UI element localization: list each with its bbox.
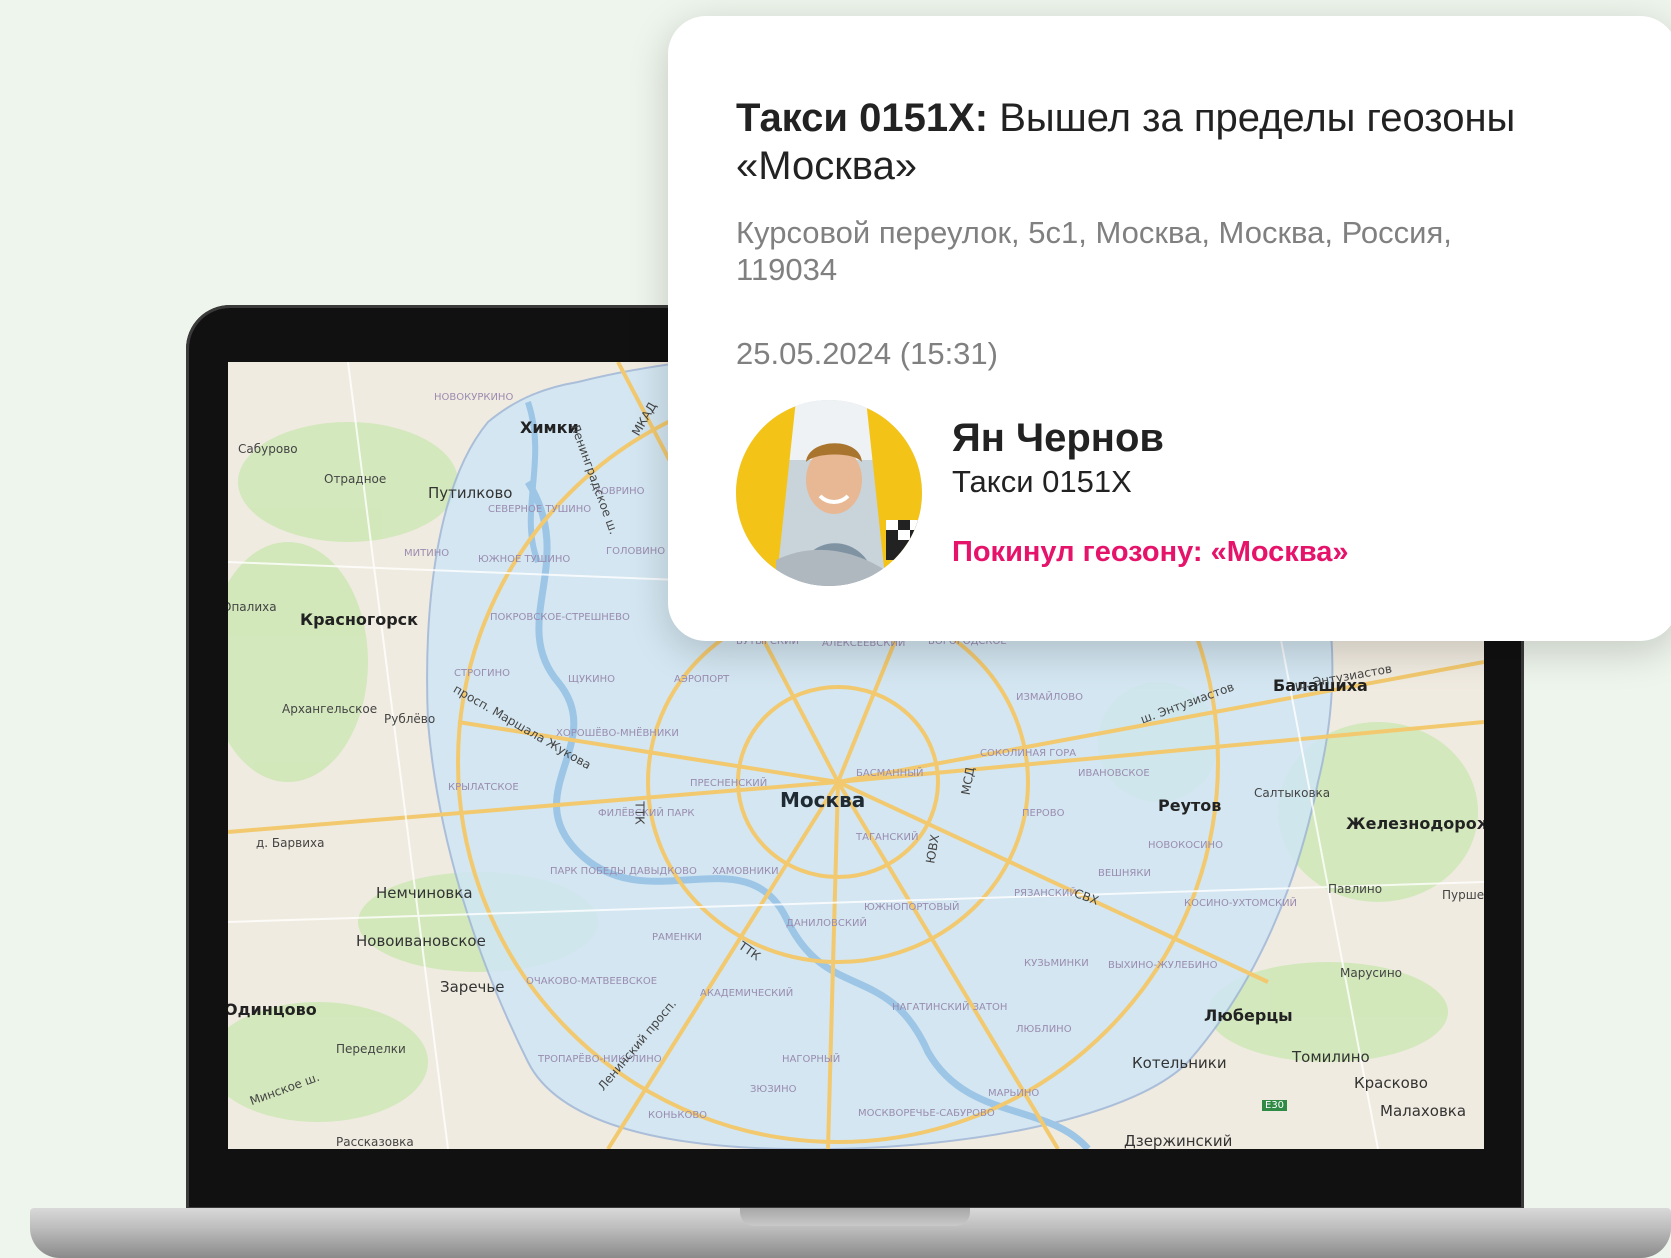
map-district-label: Кузьминки [1024, 958, 1089, 969]
map-label-arkhangelskoe: Архангельское [282, 702, 378, 716]
map-label-marusino: Марусино [1340, 966, 1403, 980]
map-district-label: Соколиная Гора [980, 748, 1077, 759]
geofence-event: Покинул геозону: «Москва» [952, 536, 1349, 568]
map-district-label: Измайлово [1016, 692, 1083, 703]
driver-name: Ян Чернов [952, 416, 1164, 460]
map-district-label: Новокуркино [434, 392, 514, 403]
map-label-novoivanovskoe: Новоивановское [356, 932, 486, 950]
map-label-odintsovo: Одинцово [228, 1000, 317, 1019]
map-district-label: Ивановское [1078, 768, 1150, 779]
map-label-pavlino: Павлино [1328, 882, 1383, 896]
map-label-saltykovka: Салтыковка [1254, 786, 1331, 800]
map-district-label: Строгино [454, 668, 510, 679]
map-district-label: Новокосино [1148, 840, 1223, 851]
map-district-label: Вешняки [1098, 868, 1151, 879]
map-district-label: Таганский [856, 832, 919, 843]
map-label-krasnogorsk: Красногорск [300, 610, 419, 629]
map-district-label: Крылатское [448, 782, 519, 793]
map-label-putilkovo: Путилково [428, 484, 513, 502]
notification-address: Курсовой переулок, 5с1, Москва, Москва, … [736, 215, 1452, 287]
map-district-label: Косино-Ухтомский [1184, 898, 1298, 909]
map-district-label: Очаково-Матвеевское [526, 976, 658, 987]
map-label-opalikha: Опалиха [228, 600, 277, 614]
map-label-saburovo: Сабурово [238, 442, 298, 456]
map-district-label: Нагорный [782, 1054, 841, 1065]
map-label-rasskazovka: Рассказовка [336, 1135, 414, 1149]
map-label-nemchinovka: Немчиновка [376, 884, 473, 902]
map-district-label: Хамовники [712, 866, 779, 877]
map-district-label: Парк Победы Давыдково [550, 866, 697, 877]
map-district-label: Коньково [648, 1110, 708, 1121]
map-district-label: Южнопортовый [864, 902, 960, 913]
map-district-label: Покровское-Стрешнево [490, 612, 630, 623]
notification-vehicle-label: Такси 0151X: [736, 96, 989, 140]
map-district-label: Раменки [652, 932, 702, 943]
notification-datetime: 25.05.2024 (15:31) [736, 336, 998, 371]
map-label-tomilino: Томилино [1292, 1048, 1370, 1066]
map-district-label: Зюзино [750, 1084, 797, 1095]
map-road-label: ТТК [632, 801, 647, 825]
map-label-lyubertsy: Люберцы [1204, 1006, 1293, 1025]
map-district-label: Аэропорт [674, 674, 730, 685]
map-district-label: Рязанский [1014, 888, 1077, 899]
laptop-notch [740, 1208, 970, 1226]
notification-title: Такси 0151X: Вышел за пределы геозоны «М… [736, 94, 1616, 190]
map-label-rublevo: Рублёво [384, 712, 436, 726]
map-district-label: Северное Тушино [488, 504, 592, 515]
map-district-label: Люблино [1016, 1024, 1072, 1035]
map-district-label: Хорошёво-Мнёвники [556, 728, 679, 739]
map-district-label: Выхино-Жулебино [1108, 960, 1218, 971]
map-label-barvikha: д. Барвиха [256, 836, 325, 850]
map-district-label: Басманный [856, 768, 924, 779]
map-district-label: Академический [700, 988, 794, 999]
map-label-peredelki: Переделки [336, 1042, 406, 1056]
map-district-label: Южное Тушино [478, 554, 571, 565]
map-label-kraskovo: Красково [1354, 1074, 1428, 1092]
map-district-label: Тропарёво-Никулино [538, 1054, 662, 1065]
map-label-moskva: Москва [780, 788, 866, 812]
map-district-label: Головино [606, 546, 666, 557]
map-district-label: Даниловский [786, 918, 867, 929]
driver-vehicle: Такси 0151X [952, 464, 1132, 499]
map-district-label: Щукино [568, 674, 616, 685]
map-district-label: Пресненский [690, 778, 768, 789]
map-label-zarechye: Заречье [440, 978, 505, 996]
map-district-label: Нагатинский Затон [892, 1002, 1008, 1013]
driver-avatar [736, 400, 922, 586]
map-label-malakhovka: Малаховка [1380, 1102, 1467, 1120]
map-district-label: Москворечье-Сабурово [858, 1108, 995, 1119]
map-district-label: Марьино [988, 1088, 1040, 1099]
map-label-kotelniki: Котельники [1132, 1054, 1227, 1072]
map-label-purshevo: Пуршево [1442, 888, 1484, 902]
map-label-otradnoe: Отрадное [324, 472, 387, 486]
map-label-reutov: Реутов [1158, 796, 1222, 815]
map-label-dzerzhinsky: Дзержинский [1124, 1132, 1233, 1149]
map-label-zheleznodorozhny: Железнодорожный [1346, 814, 1484, 833]
map-district-label: Перово [1022, 808, 1065, 819]
geofence-notification-card[interactable]: Такси 0151X: Вышел за пределы геозоны «М… [668, 16, 1671, 641]
map-road-badge: E30 [1262, 1100, 1288, 1111]
map-district-label: Митино [404, 548, 450, 559]
